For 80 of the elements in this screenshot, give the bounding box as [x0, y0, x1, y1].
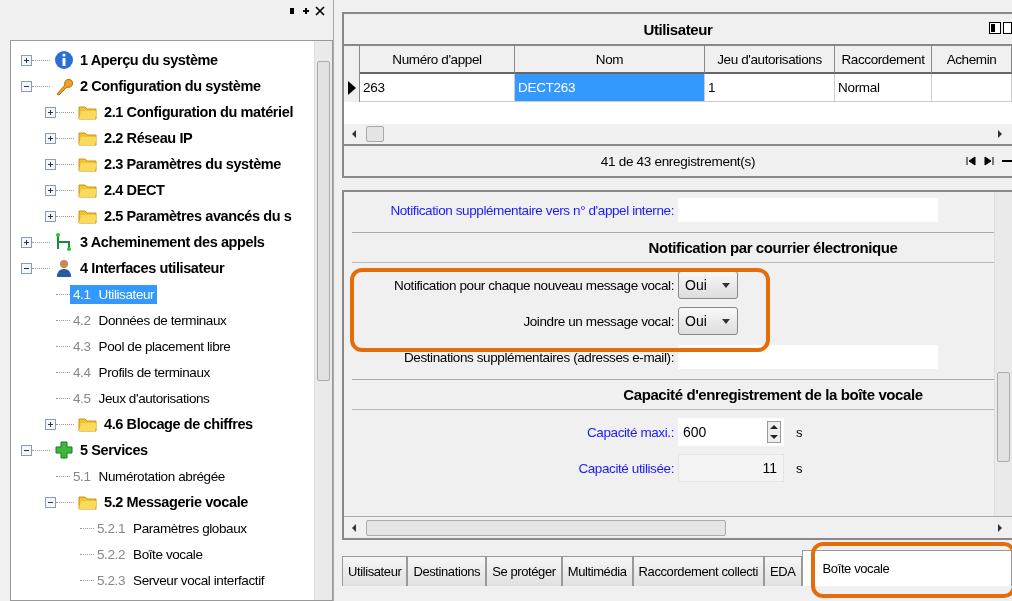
info-icon: [54, 50, 74, 70]
dock-icon[interactable]: [301, 6, 311, 16]
tab[interactable]: EDA: [764, 556, 802, 586]
collapse-icon[interactable]: [21, 262, 32, 274]
field-label: Capacité utilisée:: [577, 460, 675, 476]
tree-item[interactable]: 2 Configuration du système: [78, 77, 263, 95]
tab[interactable]: Multimédia: [561, 556, 633, 586]
readonly-field: 11: [678, 454, 784, 482]
field-label: Destinations supplémentaires (adresses e-mail):: [402, 349, 675, 365]
expand-icon[interactable]: [21, 236, 32, 248]
scrollbar-thumb[interactable]: [366, 519, 726, 536]
field-label: Notification supplémentaire vers n° d'appel interne:: [389, 202, 675, 218]
expand-icon[interactable]: [45, 418, 56, 430]
spinner-arrows-icon[interactable]: [767, 421, 781, 443]
expand-icon[interactable]: [45, 210, 56, 222]
table-cell[interactable]: Normal: [835, 74, 932, 102]
unit-label: s: [796, 460, 803, 476]
plus-icon: [54, 440, 74, 460]
section-title: Capacité d'enregistrement de la boîte vocale: [623, 386, 923, 403]
wrench-icon: [54, 76, 74, 96]
scrollbar[interactable]: [344, 124, 1012, 146]
tree-item[interactable]: 5.2.3 Serveur vocal interfactif: [94, 570, 268, 590]
caret-icon[interactable]: [721, 316, 731, 326]
window-icon[interactable]: [1003, 22, 1012, 34]
scrollbar-thumb[interactable]: [366, 126, 384, 142]
tree-item[interactable]: 5 Services: [78, 441, 150, 459]
tree-item[interactable]: 2.3 Paramètres du système: [102, 155, 283, 173]
tree-item[interactable]: 5.1 Numérotation abrégée: [70, 466, 228, 486]
table-cell[interactable]: 263: [360, 74, 515, 102]
field-label: Capacité maxi.:: [585, 424, 675, 440]
tree-item[interactable]: 5.2 Messagerie vocale: [102, 493, 250, 511]
tree-item[interactable]: 2.4 DECT: [102, 181, 167, 199]
expand-icon[interactable]: [45, 184, 56, 196]
tree-item[interactable]: 1 Aperçu du système: [78, 51, 220, 69]
input-field[interactable]: [678, 345, 938, 369]
last-record-icon[interactable]: [984, 156, 994, 166]
tree-item[interactable]: 2.2 Réseau IP: [102, 129, 195, 147]
user-icon: [54, 258, 74, 278]
tree-item[interactable]: 4.4 Profils de terminaux: [70, 362, 213, 382]
split-view-icon[interactable]: [989, 22, 1001, 34]
unit-label: s: [796, 424, 803, 440]
tree-item[interactable]: 2.5 Paramètres avancés du s: [102, 207, 294, 225]
section-title: Notification par courrier électronique: [648, 239, 898, 256]
tree-item[interactable]: 5.2.1 Paramètres globaux: [94, 518, 250, 538]
tab[interactable]: Destinations: [407, 556, 487, 586]
tab[interactable]: Utilisateur: [342, 556, 408, 586]
expand-icon[interactable]: [21, 54, 32, 66]
collapse-icon[interactable]: [21, 80, 32, 92]
record-count: 41 de 43 enregistrement(s): [600, 153, 756, 169]
tab[interactable]: Se protéger: [486, 556, 562, 586]
caret-icon[interactable]: [721, 280, 731, 290]
tree-item[interactable]: 4.2 Données de terminaux: [70, 310, 230, 330]
table-cell[interactable]: 1: [705, 74, 835, 102]
routing-icon: [54, 232, 74, 252]
tab[interactable]: Boîte vocale: [801, 550, 1012, 586]
tree-item[interactable]: 4.5 Jeux d'autorisations: [70, 388, 213, 408]
current-row-icon: [347, 81, 356, 95]
tree-item[interactable]: 2.1 Configuration du matériel: [102, 103, 295, 121]
number-field[interactable]: 600: [678, 418, 784, 446]
close-icon[interactable]: [315, 6, 325, 16]
expand-icon[interactable]: [45, 132, 56, 144]
panel-title: Utilisateur: [643, 20, 713, 38]
collapse-icon[interactable]: [45, 496, 56, 508]
dropdown[interactable]: Oui: [678, 271, 738, 299]
field-label: Notification pour chaque nouveau message vocal:: [393, 277, 675, 293]
first-record-icon[interactable]: [966, 156, 976, 166]
tree-item[interactable]: 4.3 Pool de placement libre: [70, 336, 234, 356]
collapse-icon[interactable]: [21, 444, 32, 456]
tree-item[interactable]: 4 Interfaces utilisateur: [78, 259, 227, 277]
expand-icon[interactable]: [45, 158, 56, 170]
tab[interactable]: Raccordement collecti: [632, 556, 765, 586]
scrollbar[interactable]: [344, 516, 1012, 538]
tree-item[interactable]: 3 Acheminement des appels: [78, 233, 267, 251]
tree-item[interactable]: 5.2.2 Boîte vocale: [94, 544, 206, 564]
expand-icon[interactable]: [45, 106, 56, 118]
tree-item[interactable]: 4.6 Blocage de chiffres: [102, 415, 255, 433]
dropdown[interactable]: Oui: [678, 307, 738, 335]
pin-icon[interactable]: [287, 6, 297, 16]
field-label: Joindre un message vocal:: [522, 313, 675, 329]
table-cell[interactable]: [932, 74, 1012, 102]
